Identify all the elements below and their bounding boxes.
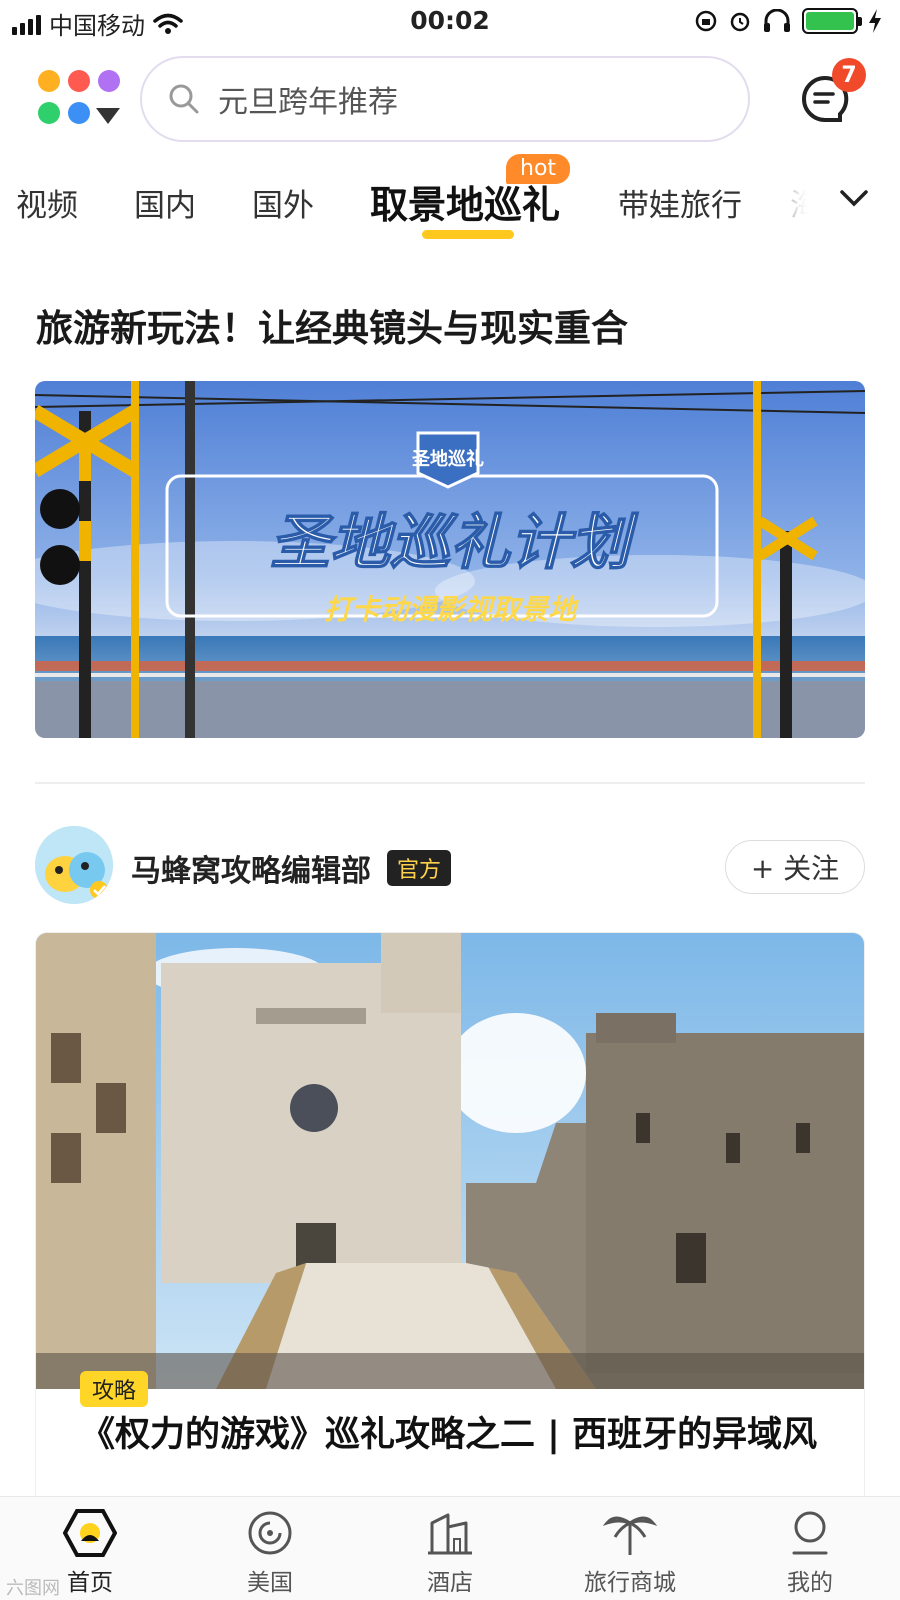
article-card[interactable]: 攻略 《权力的游戏》巡礼攻略之二 | 西班牙的异域风 [35,932,865,1532]
avatar[interactable] [35,826,113,904]
message-badge: 7 [832,58,866,92]
nav-hotel-label: 酒店 [427,1570,473,1596]
bottom-nav: 首页 美国 酒店 旅行商城 我的 [0,1496,900,1600]
rotation-lock-icon [695,10,717,32]
follow-button[interactable]: + 关注 [725,840,865,894]
strategy-tag: 攻略 [80,1371,149,1407]
search-icon [169,84,199,114]
nav-home-label: 首页 [67,1570,113,1596]
hotel-icon [428,1513,472,1555]
section-title: 旅游新玩法！让经典镜头与现实重合 [36,307,628,350]
official-badge: 官方 [387,850,452,886]
nav-travel-mall[interactable]: 旅行商城 [540,1497,720,1600]
tab-family-travel[interactable]: 带娃旅行 [618,180,742,225]
nav-travel-mall-label: 旅行商城 [584,1570,676,1596]
status-bar: 中国移动 00:02 [0,0,900,44]
author-name[interactable]: 马蜂窝攻略编辑部 [131,846,371,890]
app-grid-icon[interactable] [38,70,122,130]
banner-image: 圣地巡礼 圣地巡礼计划 打卡动漫影视取景地 [35,381,865,738]
banner-subtitle: 打卡动漫影视取景地 [324,593,580,626]
home-icon [63,1509,117,1557]
battery-icon [802,8,862,34]
tab-domestic[interactable]: 国内 [134,180,196,225]
chevron-down-icon [840,190,868,207]
banner-logo-text: 圣地巡礼 [411,448,484,470]
nav-hotel[interactable]: 酒店 [360,1497,540,1600]
charging-icon [869,9,881,33]
headphones-icon [764,9,790,32]
pilgrimage-banner[interactable]: 圣地巡礼 圣地巡礼计划 打卡动漫影视取景地 [35,381,865,738]
profile-icon [792,1511,828,1555]
article-title[interactable]: 《权力的游戏》巡礼攻略之二 | 西班牙的异域风 [80,1411,840,1459]
status-right [694,8,882,34]
banner-title: 圣地巡礼计划 [270,508,639,578]
tab-video[interactable]: 视频 [16,180,78,225]
compass-icon [248,1511,292,1555]
nav-profile[interactable]: 我的 [720,1497,900,1600]
alarm-icon [730,12,750,32]
article-image [36,933,864,1389]
palm-tree-icon [603,1516,657,1555]
author-row: 马蜂窝攻略编辑部 官方 + 关注 [35,826,865,906]
hot-badge: hot [506,154,571,184]
more-tabs-button[interactable] [808,168,900,228]
nav-profile-label: 我的 [787,1570,833,1596]
search-placeholder: 元旦跨年推荐 [218,85,398,120]
watermark: 六图网 [6,1578,60,1599]
search-bar[interactable]: 元旦跨年推荐 [140,56,750,142]
header: 元旦跨年推荐 7 [0,56,900,142]
nav-usa-label: 美国 [247,1570,293,1596]
category-tabs: 视频 国内 国外 取景地巡礼 hot 带娃旅行 海 [0,154,900,250]
divider [35,782,865,784]
tab-abroad[interactable]: 国外 [252,180,314,225]
active-tab-indicator [422,230,514,239]
nav-usa[interactable]: 美国 [180,1497,360,1600]
